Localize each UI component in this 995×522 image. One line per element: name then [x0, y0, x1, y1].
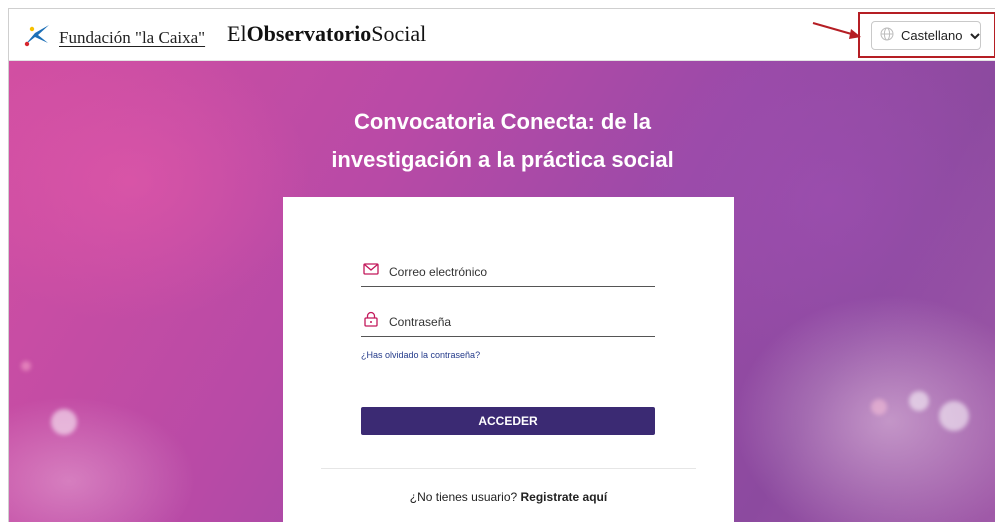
password-field[interactable]: Contraseña	[361, 307, 655, 337]
fundacion-label: Fundación "la Caixa"	[59, 27, 206, 47]
page-title: Convocatoria Conecta: de la investigació…	[9, 103, 995, 179]
globe-icon	[880, 27, 901, 44]
browser-frame: Fundación "la Caixa" ElObservatorioSocia…	[8, 8, 995, 522]
language-selected: Castellano	[901, 28, 963, 43]
signup-prompt: ¿No tienes usuario?	[409, 490, 518, 504]
lock-icon	[361, 311, 389, 332]
acceder-button[interactable]: ACCEDER	[361, 407, 655, 435]
observatorio-part-el: El	[227, 21, 247, 46]
caixa-star-icon	[21, 23, 51, 52]
email-placeholder: Correo electrónico	[389, 264, 488, 279]
bokeh-light	[871, 399, 887, 415]
observatorio-logo[interactable]: ElObservatorioSocial	[227, 21, 426, 47]
observatorio-part-observatorio: Observatorio	[246, 21, 372, 46]
signup-link[interactable]: Registrate aquí	[521, 490, 608, 504]
bokeh-light	[51, 409, 77, 435]
fundacion-logo[interactable]: Fundación "la Caixa"	[21, 23, 205, 52]
divider	[321, 468, 696, 469]
password-placeholder: Contraseña	[389, 314, 452, 329]
page-title-line2: investigación a la práctica social	[331, 147, 674, 172]
bokeh-light	[939, 401, 969, 431]
signup-row: ¿No tienes usuario? Registrate aquí	[283, 490, 734, 504]
page-title-line1: Convocatoria Conecta: de la	[353, 109, 652, 134]
envelope-icon	[361, 261, 389, 282]
login-card: Correo electrónico Contraseña ¿Has olvid…	[283, 197, 734, 522]
annotation-arrow-icon	[812, 22, 861, 39]
bokeh-light	[21, 361, 31, 371]
bokeh-light	[909, 391, 929, 411]
language-selector[interactable]: Castellano	[871, 21, 981, 50]
email-field[interactable]: Correo electrónico	[361, 257, 655, 287]
chevron-down-icon	[962, 28, 981, 43]
top-header: Fundación "la Caixa" ElObservatorioSocia…	[9, 9, 995, 61]
forgot-password-link[interactable]: ¿Has olvidado la contraseña?	[361, 350, 480, 360]
observatorio-part-social: Social	[371, 21, 427, 46]
hero-background: Convocatoria Conecta: de la investigació…	[9, 61, 995, 522]
